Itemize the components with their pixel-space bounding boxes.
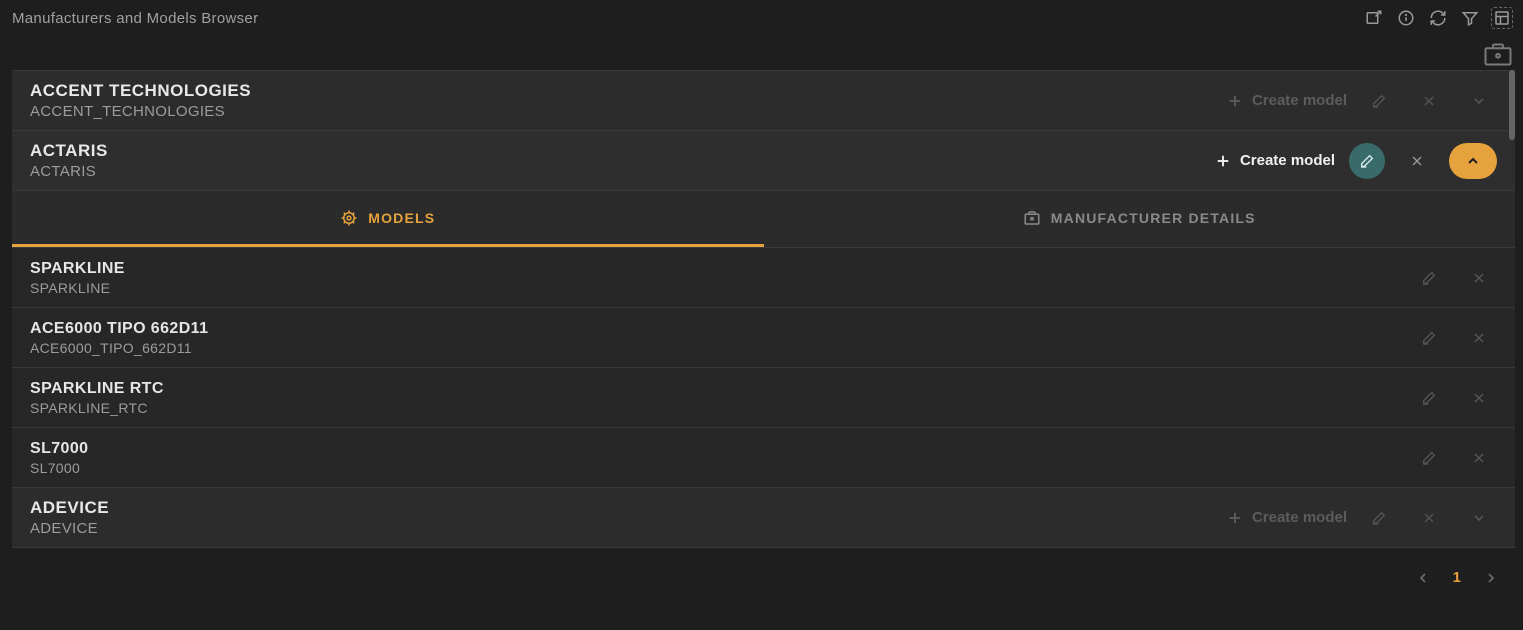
model-code: SL7000 xyxy=(30,460,88,476)
delete-button[interactable] xyxy=(1461,260,1497,296)
model-names: SL7000 SL7000 xyxy=(30,440,88,476)
edit-button[interactable] xyxy=(1411,440,1447,476)
delete-button[interactable] xyxy=(1461,380,1497,416)
model-row[interactable]: SPARKLINE SPARKLINE xyxy=(12,248,1515,308)
row-actions xyxy=(1411,440,1497,476)
row-actions: Create model xyxy=(1226,500,1497,536)
create-model-button[interactable]: Create model xyxy=(1214,152,1335,170)
delete-button[interactable] xyxy=(1399,143,1435,179)
expand-button[interactable] xyxy=(1461,500,1497,536)
edit-button[interactable] xyxy=(1361,83,1397,119)
row-actions xyxy=(1411,380,1497,416)
delete-button[interactable] xyxy=(1461,440,1497,476)
manufacturer-code: ACCENT_TECHNOLOGIES xyxy=(30,103,251,120)
refresh-icon[interactable] xyxy=(1427,7,1449,29)
row-actions: Create model xyxy=(1214,143,1497,179)
next-page-button[interactable] xyxy=(1483,570,1499,586)
manufacturer-names: ACCENT TECHNOLOGIES ACCENT_TECHNOLOGIES xyxy=(30,81,251,120)
delete-button[interactable] xyxy=(1411,83,1447,119)
prev-page-button[interactable] xyxy=(1415,570,1431,586)
create-model-button[interactable]: Create model xyxy=(1226,509,1347,527)
pager: 1 xyxy=(12,555,1515,586)
collapse-button[interactable] xyxy=(1449,143,1497,179)
delete-button[interactable] xyxy=(1411,500,1447,536)
edit-button[interactable] xyxy=(1411,380,1447,416)
row-actions: Create model xyxy=(1226,83,1497,119)
gear-icon xyxy=(340,209,358,227)
manufacturer-display-name: ADEVICE xyxy=(30,498,109,518)
create-model-label: Create model xyxy=(1252,509,1347,526)
manufacturer-tabs: MODELS MANUFACTURER DETAILS xyxy=(12,191,1515,248)
sub-bar xyxy=(0,36,1523,70)
scrollbar-thumb[interactable] xyxy=(1509,70,1515,140)
expand-button[interactable] xyxy=(1461,83,1497,119)
current-page: 1 xyxy=(1453,569,1461,586)
edit-button[interactable] xyxy=(1411,260,1447,296)
model-row[interactable]: SPARKLINE RTC SPARKLINE_RTC xyxy=(12,368,1515,428)
manufacturer-list[interactable]: ACCENT TECHNOLOGIES ACCENT_TECHNOLOGIES … xyxy=(12,70,1515,555)
manufacturer-row[interactable]: ADEVICE ADEVICE Create model xyxy=(12,488,1515,548)
model-display-name: SL7000 xyxy=(30,440,88,458)
tab-models[interactable]: MODELS xyxy=(12,191,764,247)
info-icon[interactable] xyxy=(1395,7,1417,29)
layout-icon[interactable] xyxy=(1491,7,1513,29)
manufacturer-display-name: ACTARIS xyxy=(30,141,108,161)
manufacturer-names: ADEVICE ADEVICE xyxy=(30,498,109,537)
create-model-label: Create model xyxy=(1240,152,1335,169)
model-row[interactable]: ACE6000 TIPO 662D11 ACE6000_TIPO_662D11 xyxy=(12,308,1515,368)
filter-icon[interactable] xyxy=(1459,7,1481,29)
model-names: SPARKLINE RTC SPARKLINE_RTC xyxy=(30,380,164,416)
page-title: Manufacturers and Models Browser xyxy=(12,10,258,27)
tab-manufacturer-details[interactable]: MANUFACTURER DETAILS xyxy=(764,191,1516,247)
delete-button[interactable] xyxy=(1461,320,1497,356)
manufacturer-row[interactable]: ACCENT TECHNOLOGIES ACCENT_TECHNOLOGIES … xyxy=(12,71,1515,131)
model-display-name: SPARKLINE RTC xyxy=(30,380,164,398)
create-model-button[interactable]: Create model xyxy=(1226,92,1347,110)
tab-models-label: MODELS xyxy=(368,210,435,226)
model-row[interactable]: SL7000 SL7000 xyxy=(12,428,1515,488)
briefcase-icon xyxy=(1023,209,1041,227)
manufacturer-row[interactable]: ACTARIS ACTARIS Create model xyxy=(12,131,1515,191)
model-names: SPARKLINE SPARKLINE xyxy=(30,260,125,296)
manufacturer-display-name: ACCENT TECHNOLOGIES xyxy=(30,81,251,101)
model-display-name: ACE6000 TIPO 662D11 xyxy=(30,320,208,338)
briefcase-icon[interactable] xyxy=(1483,42,1513,66)
model-display-name: SPARKLINE xyxy=(30,260,125,278)
edit-button[interactable] xyxy=(1349,143,1385,179)
export-icon[interactable] xyxy=(1363,7,1385,29)
row-actions xyxy=(1411,260,1497,296)
content: ACCENT TECHNOLOGIES ACCENT_TECHNOLOGIES … xyxy=(12,70,1515,586)
model-code: SPARKLINE xyxy=(30,280,125,296)
top-bar: Manufacturers and Models Browser xyxy=(0,0,1523,36)
tab-details-label: MANUFACTURER DETAILS xyxy=(1051,210,1256,226)
model-code: ACE6000_TIPO_662D11 xyxy=(30,340,208,356)
manufacturer-code: ADEVICE xyxy=(30,520,109,537)
model-names: ACE6000 TIPO 662D11 ACE6000_TIPO_662D11 xyxy=(30,320,208,356)
row-actions xyxy=(1411,320,1497,356)
toolbar xyxy=(1363,7,1513,29)
create-model-label: Create model xyxy=(1252,92,1347,109)
manufacturer-names: ACTARIS ACTARIS xyxy=(30,141,108,180)
manufacturer-code: ACTARIS xyxy=(30,163,108,180)
model-code: SPARKLINE_RTC xyxy=(30,400,164,416)
edit-button[interactable] xyxy=(1361,500,1397,536)
edit-button[interactable] xyxy=(1411,320,1447,356)
